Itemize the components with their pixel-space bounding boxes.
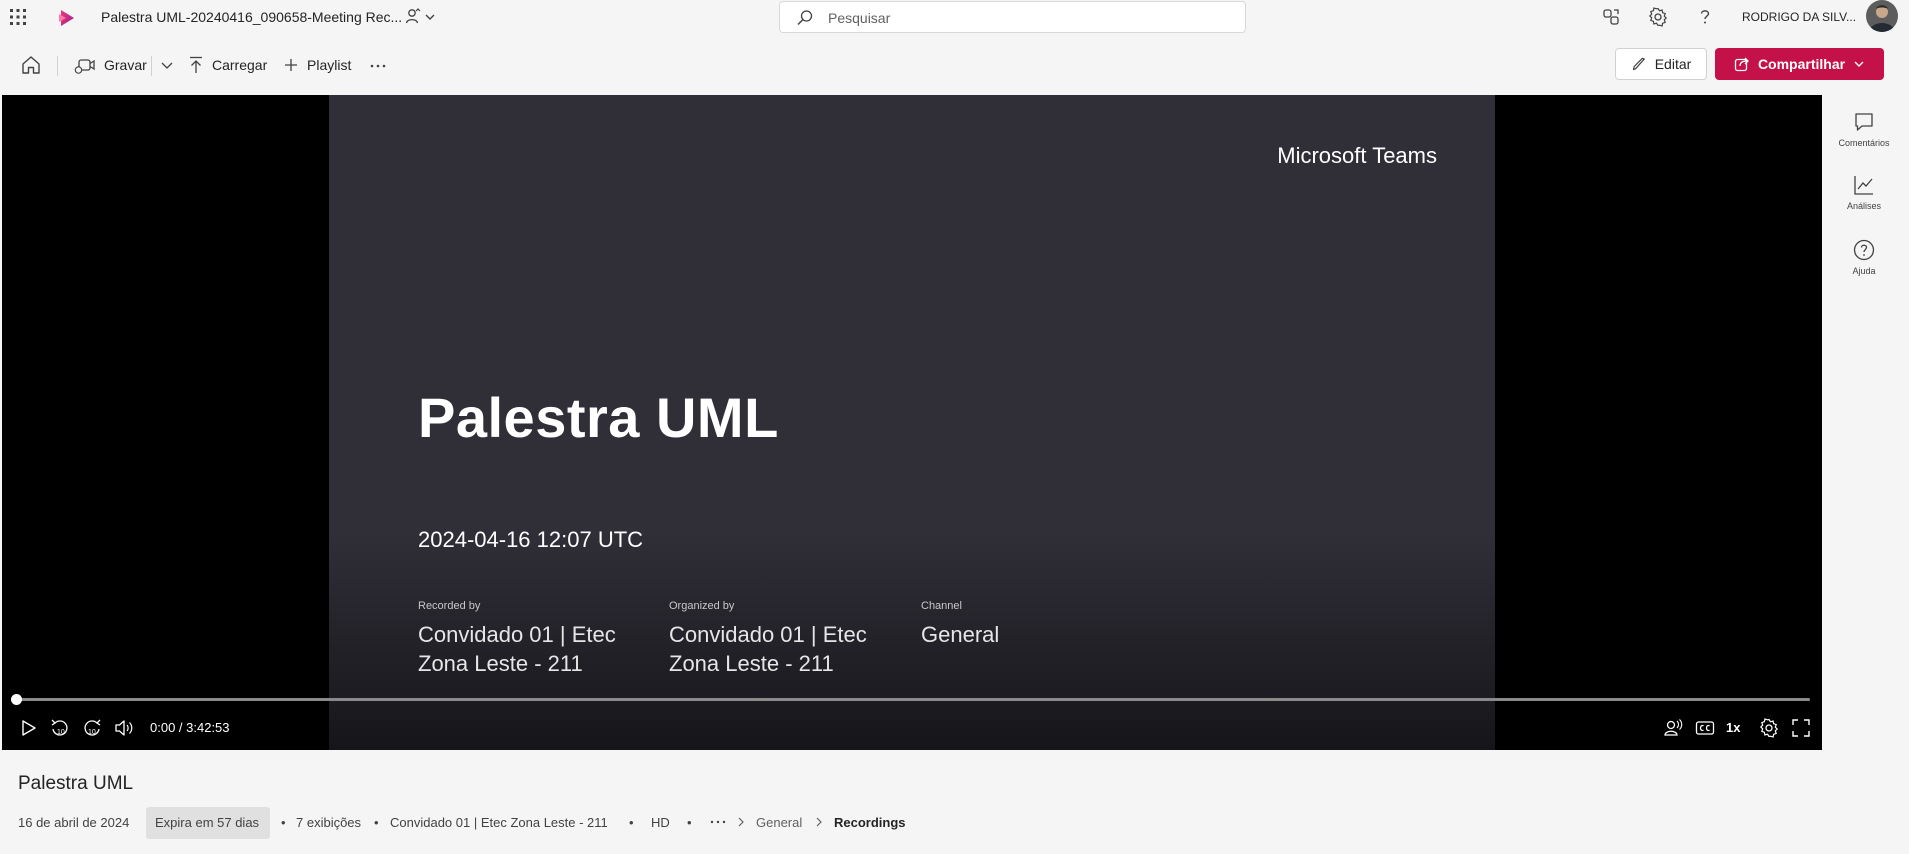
settings-gear-icon[interactable]: [1647, 6, 1669, 28]
share-icon: [1734, 56, 1750, 72]
speaker-tracking-icon[interactable]: [1662, 717, 1684, 739]
user-avatar[interactable]: [1866, 0, 1898, 32]
time-display: 0:00 / 3:42:53: [150, 720, 230, 735]
comments-label: Comentários: [1838, 138, 1890, 148]
divider: [151, 56, 152, 76]
skip-back-10-icon[interactable]: 10: [49, 717, 71, 739]
edit-button[interactable]: Editar: [1615, 48, 1707, 80]
progress-bar[interactable]: [15, 698, 1810, 701]
record-button[interactable]: Gravar: [74, 55, 147, 75]
more-options-icon[interactable]: [368, 56, 388, 76]
playlist-label: Playlist: [307, 57, 352, 73]
share-label: Compartilhar: [1757, 56, 1846, 72]
channel-label: Channel: [921, 600, 962, 612]
line-chart-icon: [1834, 173, 1894, 197]
progress-handle[interactable]: [11, 694, 22, 705]
help-circle-icon: [1834, 238, 1894, 262]
separator-dot: •: [687, 815, 692, 830]
video-frame-slide: Microsoft Teams Palestra UML 2024-04-16 …: [329, 95, 1495, 750]
divider: [57, 56, 58, 76]
search-icon: [796, 9, 814, 27]
svg-text:10: 10: [57, 729, 65, 736]
upload-button[interactable]: Carregar: [188, 55, 267, 75]
recorded-by-value: Convidado 01 | Etec Zona Leste - 211: [418, 622, 616, 676]
analytics-label: Análises: [1846, 201, 1882, 211]
comment-icon: [1834, 110, 1894, 134]
connection-icon[interactable]: [1600, 6, 1622, 28]
analytics-button[interactable]: Análises: [1834, 173, 1894, 223]
help-button[interactable]: Ajuda: [1834, 238, 1894, 288]
playback-speed-button[interactable]: 1x: [1726, 720, 1740, 735]
view-count: 7 exibições: [296, 815, 362, 830]
search-box[interactable]: Pesquisar: [779, 1, 1246, 33]
volume-icon[interactable]: [113, 717, 135, 739]
play-icon[interactable]: [17, 717, 39, 739]
document-title[interactable]: Palestra UML-20240416_090658-Meeting Rec…: [101, 9, 402, 25]
record-label: Gravar: [104, 57, 147, 73]
stream-logo-icon[interactable]: [56, 7, 78, 29]
camera-record-icon: [74, 55, 96, 75]
user-name[interactable]: RODRIGO DA SILV...: [1742, 10, 1856, 24]
breadcrumb-folder[interactable]: Recordings: [834, 815, 906, 830]
slide-title: Palestra UML: [418, 386, 779, 449]
video-player[interactable]: Microsoft Teams Palestra UML 2024-04-16 …: [2, 95, 1822, 750]
organized-by-label: Organized by: [669, 600, 735, 612]
edit-label: Editar: [1654, 56, 1692, 72]
pencil-icon: [1631, 56, 1647, 72]
search-input[interactable]: Pesquisar: [828, 10, 890, 26]
help-label: Ajuda: [1852, 266, 1876, 276]
closed-captions-icon[interactable]: [1694, 717, 1716, 739]
record-dropdown-chevron-icon[interactable]: [159, 57, 175, 73]
people-share-icon[interactable]: [404, 7, 438, 27]
owner-name[interactable]: Convidado 01 | Etec Zona Leste - 211: [390, 815, 608, 830]
breadcrumb-chevron-icon: [813, 816, 825, 828]
app-launcher-icon[interactable]: [8, 7, 28, 27]
separator-dot: •: [281, 815, 286, 830]
breadcrumb-channel[interactable]: General: [756, 815, 802, 830]
share-chevron-down-icon: [1853, 58, 1865, 70]
expiration-text: Expira em 57 dias: [155, 815, 260, 830]
comments-button[interactable]: Comentários: [1834, 110, 1894, 160]
upload-arrow-icon: [188, 55, 204, 75]
breadcrumb-more-icon[interactable]: [708, 814, 728, 830]
upload-date: 16 de abril de 2024: [18, 815, 130, 830]
add-plus-icon: [283, 57, 299, 73]
video-title: Palestra UML: [18, 773, 134, 794]
slide-datetime: 2024-04-16 12:07 UTC: [418, 527, 644, 552]
skip-forward-10-icon[interactable]: 10: [81, 717, 103, 739]
help-question-icon[interactable]: [1694, 6, 1716, 28]
quality-badge: HD: [651, 815, 670, 830]
slide-brand: Microsoft Teams: [1277, 143, 1437, 168]
organized-by-value: Convidado 01 | Etec Zona Leste - 211: [669, 622, 867, 676]
share-button[interactable]: Compartilhar: [1715, 48, 1884, 80]
breadcrumb-chevron-icon: [735, 816, 747, 828]
upload-label: Carregar: [212, 57, 268, 73]
home-icon[interactable]: [20, 54, 42, 76]
svg-text:10: 10: [88, 729, 96, 736]
playlist-button[interactable]: Playlist: [283, 55, 351, 75]
recorded-by-label: Recorded by: [418, 600, 481, 612]
fullscreen-icon[interactable]: [1790, 717, 1812, 739]
player-settings-gear-icon[interactable]: [1758, 717, 1780, 739]
separator-dot: •: [629, 815, 634, 830]
separator-dot: •: [374, 815, 379, 830]
channel-value: General: [921, 622, 1000, 647]
